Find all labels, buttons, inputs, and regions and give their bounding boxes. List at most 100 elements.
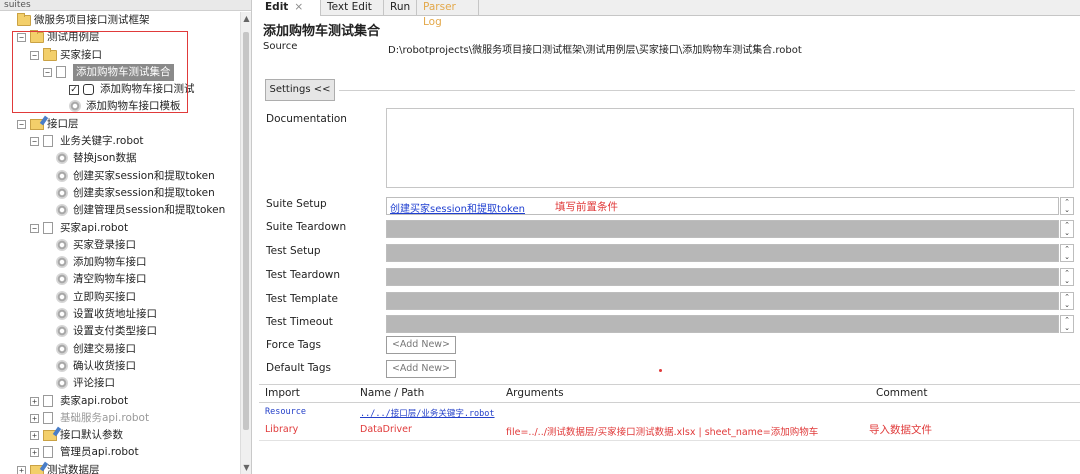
settings-toggle-button[interactable]: Settings << <box>265 79 335 101</box>
file-icon <box>43 394 53 407</box>
suite-setup-field[interactable]: 创建买家session和提取token 填写前置条件 <box>386 197 1059 215</box>
tree-item-label: 微服务项目接口测试框架 <box>34 14 150 26</box>
collapse-icon[interactable]: − <box>30 223 39 233</box>
force-tags-label: Force Tags <box>266 339 321 351</box>
tree-scrollbar[interactable]: ▲ ▼ <box>240 12 251 474</box>
tab-text-edit-label: Text Edit <box>327 1 372 13</box>
suite-teardown-spin-icon[interactable]: ⌃ ⌄ <box>1060 220 1074 238</box>
table-row[interactable]: Resource ../../接口层/业务关键字.robot <box>259 404 1080 422</box>
test-setup-spin-icon[interactable]: ⌃ ⌄ <box>1060 244 1074 262</box>
expand-icon[interactable]: + <box>30 431 39 441</box>
suite-teardown-field[interactable] <box>386 220 1059 238</box>
test-teardown-field[interactable] <box>386 268 1059 286</box>
tab-edit-label: Edit <box>265 1 289 13</box>
expand-icon[interactable]: + <box>30 448 39 458</box>
test-template-label: Test Template <box>266 293 338 305</box>
annotation-note: 填写前置条件 <box>555 201 618 213</box>
tree-item[interactable]: + 管理员api.robot <box>0 444 240 461</box>
expand-icon[interactable]: + <box>30 396 39 406</box>
tree-item[interactable]: 确认收货接口 <box>0 358 240 375</box>
keyword-gear-icon <box>56 342 68 355</box>
test-teardown-label: Test Teardown <box>266 269 341 281</box>
tree-item[interactable]: + 基础服务api.robot <box>0 410 240 427</box>
tree-item-label: 立即购买接口 <box>73 290 136 303</box>
documentation-field[interactable] <box>386 108 1074 188</box>
import-table-header: Import Name / Path Arguments Comment <box>259 384 1080 403</box>
editor-pane: Edit × Text Edit Run Parser Log 添加购物车测试集合… <box>259 0 1080 474</box>
import-args: file=../../测试数据层/买家接口测试数据.xlsx | sheet_n… <box>506 427 819 438</box>
test-setup-label: Test Setup <box>266 245 321 257</box>
tree-item[interactable]: 买家登录接口 <box>0 237 240 254</box>
arguments-col-header: Arguments <box>506 387 564 399</box>
import-path-link[interactable]: ../../接口层/业务关键字.robot <box>360 407 495 419</box>
tree-item[interactable]: 清空购物车接口 <box>0 271 240 288</box>
keyword-gear-icon <box>56 359 68 372</box>
tree-item[interactable]: 创建交易接口 <box>0 341 240 358</box>
test-teardown-spin-icon[interactable]: ⌃ ⌄ <box>1060 268 1074 286</box>
tree-item-label: 创建交易接口 <box>73 342 136 355</box>
highlight-box <box>12 31 188 113</box>
tree-item[interactable]: 添加购物车接口 <box>0 254 240 271</box>
tree-item-label: 接口层 <box>47 117 79 130</box>
test-timeout-spin-icon[interactable]: ⌃ ⌄ <box>1060 315 1074 333</box>
test-timeout-field[interactable] <box>386 315 1059 333</box>
tree-header: suites <box>0 0 251 11</box>
tab-text-edit[interactable]: Text Edit <box>321 0 384 16</box>
scroll-down-icon[interactable]: ▼ <box>241 463 251 472</box>
resource-folder-icon <box>43 430 57 442</box>
test-template-spin-icon[interactable]: ⌃ ⌄ <box>1060 292 1074 310</box>
tree-item-label: 业务关键字.robot <box>60 135 144 148</box>
tree-item[interactable]: + 卖家api.robot <box>0 393 240 410</box>
tree-item-label: 管理员api.robot <box>60 446 139 459</box>
scroll-thumb[interactable] <box>243 32 249 430</box>
resource-folder-icon <box>30 118 44 130</box>
tree-item[interactable]: − 接口层 <box>0 116 240 133</box>
keyword-gear-icon <box>56 152 68 165</box>
close-icon[interactable]: × <box>294 1 303 13</box>
force-tags-add-new[interactable]: <Add New> <box>386 336 456 354</box>
tree-item-label: 测试数据层 <box>47 463 100 474</box>
tree-item-label: 替换json数据 <box>73 152 137 165</box>
collapse-icon[interactable]: − <box>17 119 26 129</box>
collapse-icon[interactable]: − <box>30 137 39 147</box>
suite-setup-keyword-link[interactable]: 创建买家session和提取token <box>390 200 525 215</box>
resource-folder-icon <box>30 464 44 474</box>
tree-item[interactable]: + 测试数据层 <box>0 462 240 474</box>
expand-icon[interactable]: + <box>17 465 26 474</box>
tab-edit[interactable]: Edit × <box>259 0 321 16</box>
tree-item-label: 设置收货地址接口 <box>73 308 157 321</box>
tree-item[interactable]: 替换json数据 <box>0 150 240 167</box>
test-template-field[interactable] <box>386 292 1059 310</box>
tab-parser-log[interactable]: Parser Log <box>417 0 479 28</box>
tree-item[interactable]: 立即购买接口 <box>0 289 240 306</box>
tree-item-label: 买家登录接口 <box>73 238 136 251</box>
name-path-col-header: Name / Path <box>360 387 425 399</box>
tree-item[interactable]: 评论接口 <box>0 375 240 392</box>
expand-icon[interactable]: + <box>30 413 39 423</box>
documentation-label: Documentation <box>266 113 347 125</box>
tree-item-label: 确认收货接口 <box>73 359 136 372</box>
folder-icon <box>17 13 31 26</box>
suite-teardown-label: Suite Teardown <box>266 221 347 233</box>
test-setup-field[interactable] <box>386 244 1059 262</box>
tree-item[interactable]: 设置支付类型接口 <box>0 323 240 340</box>
keyword-gear-icon <box>56 308 68 321</box>
tree-item[interactable]: + 接口默认参数 <box>0 427 240 444</box>
tree-item[interactable]: 创建管理员session和提取token <box>0 202 240 219</box>
tree-item[interactable]: 创建买家session和提取token <box>0 168 240 185</box>
tree-item[interactable]: 创建卖家session和提取token <box>0 185 240 202</box>
tab-run[interactable]: Run <box>384 0 417 16</box>
tree-item[interactable]: 微服务项目接口测试框架 <box>0 12 240 29</box>
file-icon <box>43 221 53 234</box>
scroll-up-icon[interactable]: ▲ <box>241 14 251 23</box>
tree-item[interactable]: 设置收货地址接口 <box>0 306 240 323</box>
default-tags-add-new[interactable]: <Add New> <box>386 360 456 378</box>
keyword-gear-icon <box>56 290 68 303</box>
keyword-gear-icon <box>56 325 68 338</box>
suite-setup-spin-icon[interactable]: ⌃ ⌄ <box>1060 197 1074 215</box>
import-path: DataDriver <box>360 424 412 435</box>
table-row[interactable]: Library DataDriver file=../../测试数据层/买家接口… <box>259 421 1080 439</box>
tree-item[interactable]: − 买家api.robot <box>0 220 240 237</box>
source-label: Source <box>263 41 298 52</box>
tree-item[interactable]: − 业务关键字.robot <box>0 133 240 150</box>
